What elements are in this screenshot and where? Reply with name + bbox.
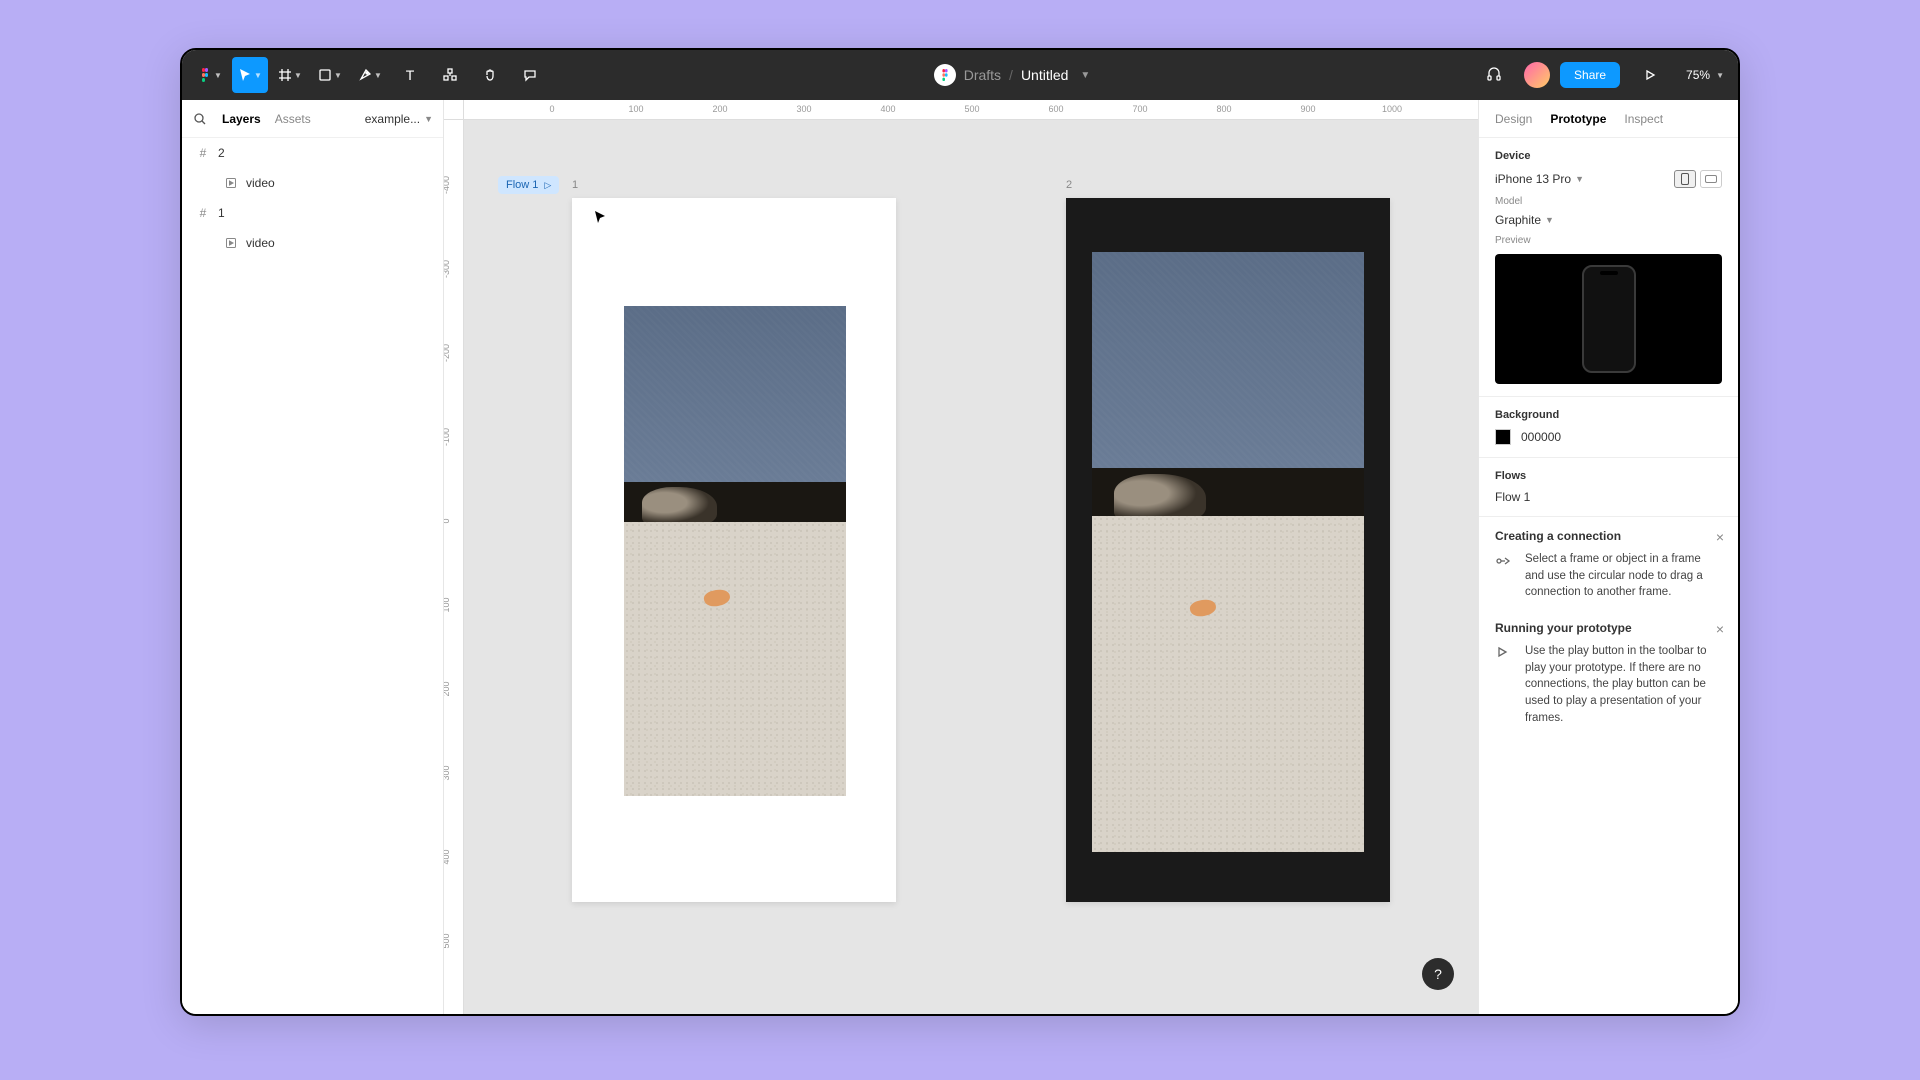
assets-tab[interactable]: Assets (275, 112, 311, 126)
hand-tool[interactable] (472, 57, 508, 93)
tip-running: Running your prototype × Use the play bu… (1479, 609, 1738, 734)
ruler-corner (444, 100, 464, 120)
tip-connection: Creating a connection × Select a frame o… (1479, 517, 1738, 609)
flows-label: Flows (1495, 470, 1722, 482)
device-preview (1495, 254, 1722, 384)
zoom-control[interactable]: 75% ▼ (1680, 68, 1730, 82)
layers-tab[interactable]: Layers (222, 112, 261, 126)
background-swatch[interactable] (1495, 429, 1511, 445)
chevron-down-icon: ▼ (424, 114, 433, 124)
help-button[interactable]: ? (1422, 958, 1454, 990)
frame-1[interactable]: 1 Flow 1 ▷ (572, 198, 896, 902)
chevron-down-icon: ▼ (254, 71, 262, 80)
model-selector[interactable]: Graphite ▼ (1495, 213, 1722, 227)
frame-label: 2 (1066, 179, 1072, 191)
chevron-down-icon: ▼ (294, 71, 302, 80)
cursor-icon (594, 210, 608, 224)
video-icon (224, 238, 238, 248)
inspect-tab[interactable]: Inspect (1624, 112, 1663, 126)
preview-label: Preview (1495, 235, 1722, 246)
frame-label: 1 (572, 179, 578, 191)
pen-tool[interactable]: ▼ (352, 57, 388, 93)
svg-text:T: T (406, 68, 415, 82)
chevron-down-icon: ▼ (214, 71, 222, 80)
move-tool[interactable]: ▼ (232, 57, 268, 93)
comment-tool[interactable] (512, 57, 548, 93)
main-menu-button[interactable]: ▼ (192, 57, 228, 93)
video-thumbnail[interactable] (624, 306, 846, 796)
video-thumbnail[interactable] (1092, 252, 1364, 852)
layer-frame[interactable]: # 2 (182, 138, 443, 168)
chevron-down-icon: ▼ (334, 71, 342, 80)
device-selector[interactable]: iPhone 13 Pro ▼ (1495, 172, 1584, 186)
tip-title: Creating a connection (1495, 529, 1722, 543)
text-tool[interactable]: T (392, 57, 428, 93)
background-hex[interactable]: 000000 (1521, 430, 1561, 444)
frame-icon: # (196, 146, 210, 160)
close-icon[interactable]: × (1716, 621, 1724, 637)
phone-preview-icon (1582, 265, 1636, 373)
play-icon: ▷ (544, 180, 551, 191)
orientation-landscape[interactable] (1700, 170, 1722, 188)
prototype-tab[interactable]: Prototype (1550, 112, 1606, 126)
flow-start-badge[interactable]: Flow 1 ▷ (498, 176, 559, 194)
layer-video[interactable]: video (182, 168, 443, 198)
frame-2[interactable]: 2 (1066, 198, 1390, 902)
play-icon (1495, 643, 1513, 726)
search-icon[interactable] (192, 113, 208, 125)
toolbar: ▼ ▼ ▼ ▼ ▼ T (182, 50, 1738, 100)
connection-icon (1495, 551, 1513, 601)
chevron-down-icon: ▼ (1575, 174, 1584, 184)
layer-video[interactable]: video (182, 228, 443, 258)
figma-logo-icon (934, 64, 956, 86)
chevron-down-icon: ▼ (374, 71, 382, 80)
device-section-label: Device (1495, 150, 1722, 162)
ruler-vertical: -400 -300 -200 -100 0 100 200 300 400 50… (444, 120, 464, 1014)
frame-icon: # (196, 206, 210, 220)
right-panel: Design Prototype Inspect Device iPhone 1… (1478, 100, 1738, 1014)
left-panel: Layers Assets example... ▼ # 2 v (182, 100, 444, 1014)
orientation-portrait[interactable] (1674, 170, 1696, 188)
model-label: Model (1495, 196, 1722, 207)
chevron-down-icon[interactable]: ▼ (1080, 70, 1090, 81)
chevron-down-icon: ▼ (1545, 215, 1554, 225)
share-button[interactable]: Share (1560, 62, 1620, 88)
tip-body: Select a frame or object in a frame and … (1525, 551, 1722, 601)
breadcrumb-drafts[interactable]: Drafts (964, 67, 1001, 83)
chevron-down-icon: ▼ (1716, 71, 1724, 80)
tip-body: Use the play button in the toolbar to pl… (1525, 643, 1722, 726)
breadcrumb-separator: / (1009, 67, 1013, 83)
file-title[interactable]: Untitled (1021, 67, 1068, 83)
flow-item[interactable]: Flow 1 (1495, 490, 1722, 504)
resources-tool[interactable] (432, 57, 468, 93)
background-label: Background (1495, 409, 1722, 421)
zoom-value: 75% (1686, 68, 1710, 82)
user-avatar[interactable] (1524, 62, 1550, 88)
tip-title: Running your prototype (1495, 621, 1722, 635)
page-selector[interactable]: example... ▼ (365, 112, 433, 126)
design-tab[interactable]: Design (1495, 112, 1532, 126)
video-icon (224, 178, 238, 188)
layer-frame[interactable]: # 1 (182, 198, 443, 228)
shape-tool[interactable]: ▼ (312, 57, 348, 93)
audio-button[interactable] (1476, 57, 1512, 93)
close-icon[interactable]: × (1716, 529, 1724, 545)
app-window: ▼ ▼ ▼ ▼ ▼ T (180, 48, 1740, 1016)
present-button[interactable] (1632, 57, 1668, 93)
canvas-area[interactable]: 0 100 200 300 400 500 600 700 800 900 10… (444, 100, 1478, 1014)
frame-tool[interactable]: ▼ (272, 57, 308, 93)
ruler-horizontal: 0 100 200 300 400 500 600 700 800 900 10… (464, 100, 1478, 120)
